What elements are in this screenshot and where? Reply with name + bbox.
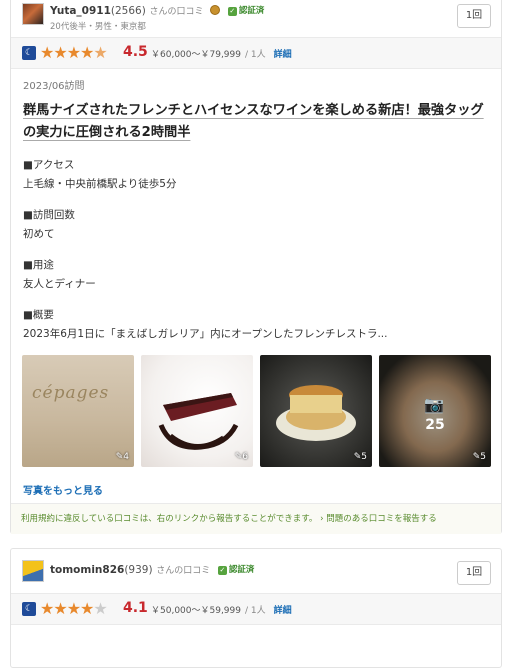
star-icon: ★ [66, 599, 81, 618]
half-star-icon: ★ [93, 43, 107, 62]
star-icon: ★ [40, 599, 54, 618]
detail-link[interactable]: 詳細 [274, 50, 292, 60]
rating-score: 4.5 [123, 44, 148, 60]
review-title[interactable]: 群馬ナイズされたフレンチとハイセンスなワインを楽しめる新店！最強タッグの実力に圧… [23, 100, 489, 144]
steak-dish-illustration [158, 393, 239, 450]
people-count: / 1人 [244, 606, 266, 616]
empty-star-icon: ★ [93, 599, 107, 618]
section-heading: ■概要 [23, 309, 54, 321]
reviewer-suffix: さんの口コミ [156, 566, 211, 576]
photo-total-count: 25 [425, 417, 445, 433]
review-section-access: ■アクセス 上毛線・中央前橋駅より徒歩5分 [23, 156, 489, 194]
review-header: tomomin826(939) さんの口コミ ✓ 認証済 1回 [11, 549, 501, 591]
more-photos-overlay[interactable]: 📷 25 [379, 355, 491, 467]
rating-row: ☾ ★★★★★ 4.5 ￥60,000～￥79,999/ 1人 詳細 [11, 37, 501, 69]
photo-like-count: ✎5 [353, 452, 367, 462]
camera-icon: 📷 [424, 395, 444, 414]
section-heading: ■アクセス [23, 159, 75, 171]
review-card: tomomin826(939) さんの口コミ ✓ 認証済 1回 ☾ ★★★★★ 4… [10, 548, 502, 668]
review-section-visits: ■訪問回数 初めて [23, 206, 489, 244]
review-photo[interactable]: 📷 25 ✎5 [379, 355, 491, 467]
report-bar: 利用規約に違反している口コミは、右のリンクから報告することができます。 › 問題… [11, 503, 501, 534]
certified-icon: ✓ [217, 566, 227, 575]
visit-count-badge: 1回 [457, 561, 491, 585]
reviewer-review-count: (2566) [110, 5, 146, 17]
rating-stars: ★★★★★ [40, 599, 108, 618]
star-icon: ★ [40, 43, 54, 62]
reviewer-info: 20代後半・男性・東京都 [50, 22, 146, 32]
star-icon: ★ [53, 599, 67, 618]
certified-badge: ✓ 認証済 [217, 565, 255, 575]
star-icon: ★ [66, 43, 81, 62]
price-text: ￥60,000～￥79,999 [151, 50, 241, 60]
review-card: Yuta_0911(2566) さんの口コミ ✓ 認証済 20代後半・男性・東京都… [10, 0, 502, 534]
review-section-purpose: ■用途 友人とディナー [23, 256, 489, 294]
rating-score: 4.1 [123, 600, 148, 616]
photo-like-count: ✎4 [115, 452, 129, 462]
report-link[interactable]: › 問題のある口コミを報告する [320, 514, 437, 524]
report-text: 利用規約に違反している口コミは、右のリンクから報告することができます。 [21, 514, 318, 524]
avatar[interactable] [22, 3, 44, 25]
price-range: ￥60,000～￥79,999/ 1人 詳細 [151, 47, 292, 60]
star-icon: ★ [80, 43, 94, 62]
review-body: 2023/06訪問 群馬ナイズされたフレンチとハイセンスなワインを楽しめる新店！… [11, 71, 501, 368]
section-text: 2023年6月1日に「まえばしガレリア」内にオープンしたフレンチレストラ... [23, 328, 388, 340]
visit-date: 2023/06訪問 [23, 81, 85, 92]
certified-badge: ✓ 認証済 [227, 6, 265, 16]
section-text: 友人とディナー [23, 278, 96, 290]
rating-row: ☾ ★★★★★ 4.1 ￥50,000～￥59,999/ 1人 詳細 [11, 593, 501, 625]
reviewer-name[interactable]: tomomin826 [50, 564, 124, 576]
medal-icon [210, 5, 221, 15]
reviewer-review-count: (939) [124, 564, 153, 576]
avatar[interactable] [22, 560, 44, 582]
people-count: / 1人 [244, 50, 266, 60]
star-icon: ★ [53, 43, 67, 62]
price-range: ￥50,000～￥59,999/ 1人 詳細 [151, 603, 292, 616]
section-text: 上毛線・中央前橋駅より徒歩5分 [23, 178, 177, 190]
review-photo[interactable]: ✎5 [260, 355, 372, 467]
photo-sign-text: cépages [32, 383, 110, 403]
review-header: Yuta_0911(2566) さんの口コミ ✓ 認証済 20代後半・男性・東京都… [11, 0, 501, 37]
star-icon: ★ [80, 599, 94, 618]
section-heading: ■訪問回数 [23, 209, 75, 221]
certified-icon: ✓ [227, 7, 237, 16]
section-heading: ■用途 [23, 259, 54, 271]
reviewer-name-line[interactable]: Yuta_0911(2566) さんの口コミ ✓ 認証済 [50, 4, 264, 17]
more-photos-link[interactable]: 写真をもっと見る [23, 482, 103, 497]
reviewer-name-line[interactable]: tomomin826(939) さんの口コミ ✓ 認証済 [50, 563, 254, 576]
review-section-summary: ■概要 2023年6月1日に「まえばしガレリア」内にオープンしたフレンチレストラ… [23, 306, 489, 344]
foie-gras-dish-illustration [276, 385, 356, 441]
review-photo[interactable]: ✎6 [141, 355, 253, 467]
review-photo[interactable]: cépages ✎4 [22, 355, 134, 467]
dinner-moon-icon: ☾ [22, 602, 36, 616]
detail-link[interactable]: 詳細 [274, 606, 292, 616]
dinner-moon-icon: ☾ [22, 46, 36, 60]
reviewer-name[interactable]: Yuta_0911 [50, 5, 111, 17]
rating-stars: ★★★★★ [40, 43, 108, 62]
visit-count-badge: 1回 [457, 4, 491, 28]
photo-like-count: ✎5 [472, 452, 486, 462]
photo-like-count: ✎6 [234, 452, 248, 462]
photo-gallery: cépages ✎4 ✎6 ✎5 📷 25 ✎5 [22, 355, 492, 467]
section-text: 初めて [23, 228, 55, 240]
reviewer-suffix: さんの口コミ [149, 7, 204, 17]
price-text: ￥50,000～￥59,999 [151, 606, 241, 616]
